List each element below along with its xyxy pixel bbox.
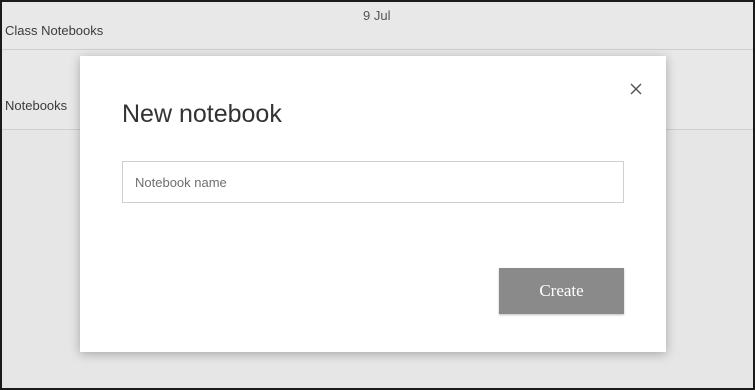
background-item-notebooks: Notebooks [5,98,68,113]
notebook-name-input[interactable] [122,161,624,203]
app-window: Class Notebooks Notebooks 9 Jul New note… [0,0,755,390]
create-button[interactable]: Create [499,268,624,314]
new-notebook-dialog: New notebook Create [80,56,666,352]
dialog-title: New notebook [122,100,282,128]
close-icon [630,83,642,95]
background-date: 9 Jul [363,8,391,23]
close-button[interactable] [627,80,645,98]
background-item-class-notebooks: Class Notebooks [5,23,104,38]
